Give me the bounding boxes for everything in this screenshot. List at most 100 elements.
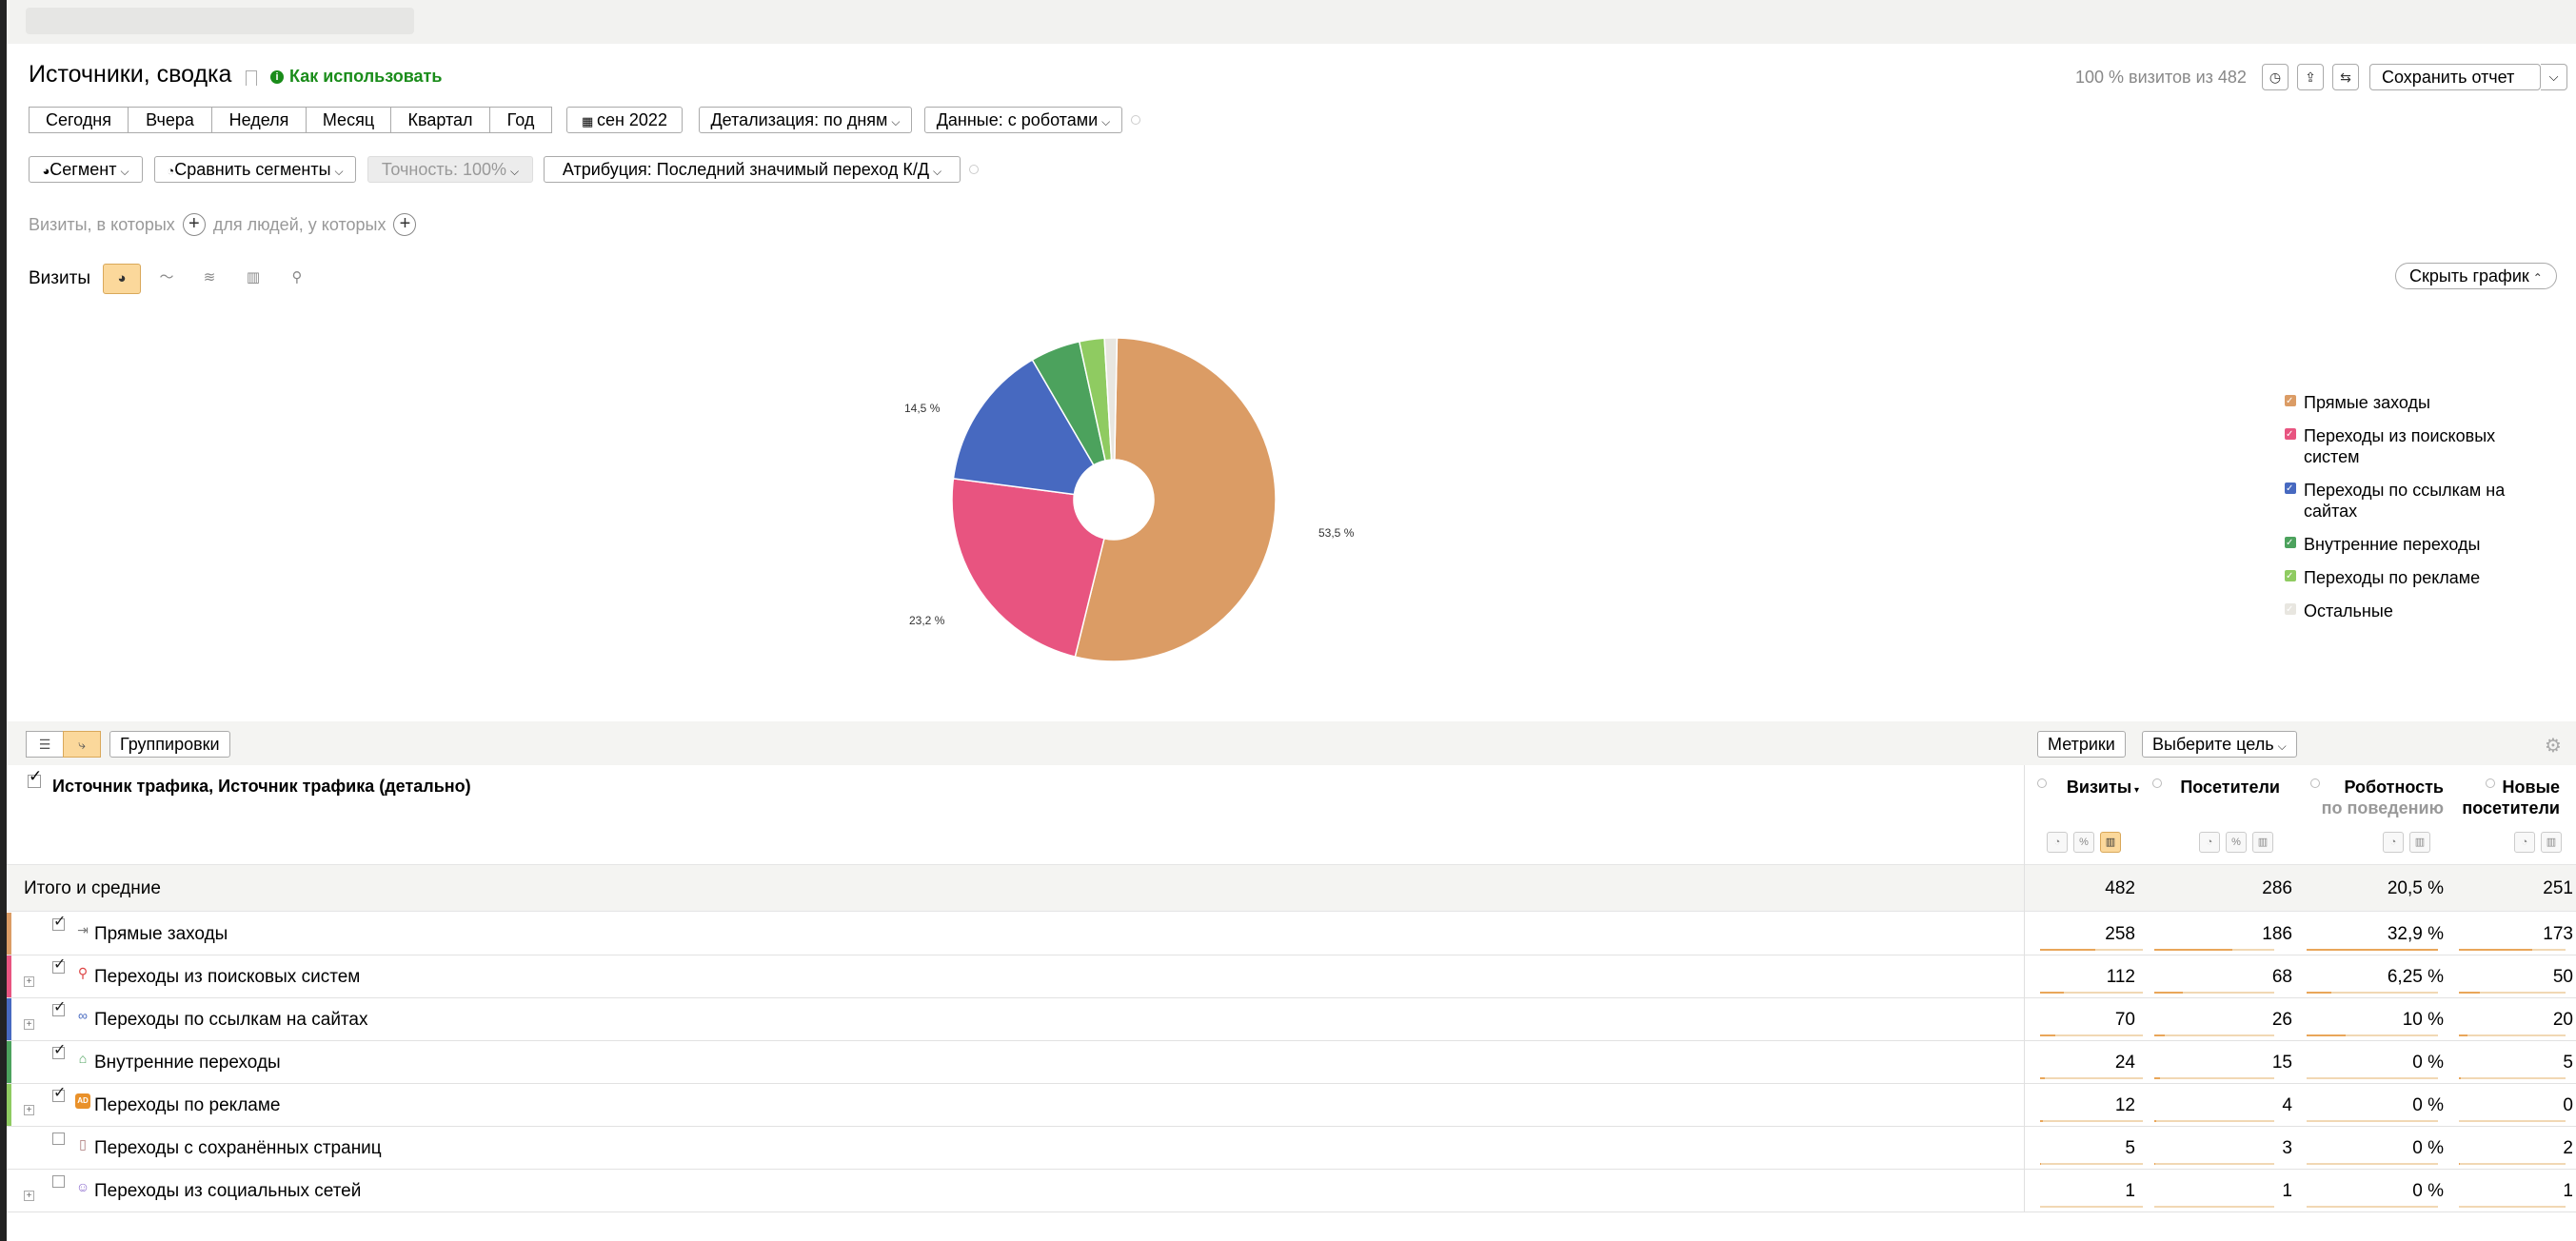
history-icon[interactable]: ◷ xyxy=(2262,64,2289,90)
area-chart-icon[interactable]: ≋ xyxy=(190,264,228,294)
legend-item[interactable]: Переходы по рекламе xyxy=(2285,566,2532,588)
legend-item[interactable]: Остальные xyxy=(2285,600,2532,621)
select-all-checkbox[interactable]: ✓ xyxy=(28,767,42,788)
col-robotness-header[interactable]: Роботность по поведению xyxy=(2303,777,2444,818)
period-quarter[interactable]: Квартал xyxy=(390,107,490,133)
legend-checkbox[interactable] xyxy=(2285,533,2296,554)
expand-icon[interactable]: + xyxy=(24,1019,34,1030)
period-week[interactable]: Неделя xyxy=(211,107,307,133)
hide-graph-button[interactable]: Скрыть график ⌃ xyxy=(2395,263,2557,289)
ad-icon: AD xyxy=(75,1093,90,1109)
detail-dropdown[interactable]: Детализация: по дням ⌵ xyxy=(699,107,912,133)
expand-icon[interactable]: + xyxy=(24,1105,34,1115)
accuracy-dropdown[interactable]: Точность: 100% ⌵ xyxy=(367,156,533,183)
table-row[interactable]: + ⚲ Переходы из поисковых систем 112 68 6,25 … xyxy=(7,955,2576,998)
save-report-button[interactable]: Сохранить отчет xyxy=(2369,64,2541,90)
table-row[interactable]: + ADПереходы по рекламе 12 4 0 % 0 xyxy=(7,1083,2576,1127)
cell-visitors: 3 xyxy=(2282,1138,2292,1158)
legend-checkbox[interactable] xyxy=(2285,600,2296,620)
bar-view-icon[interactable]: ▥ xyxy=(2252,832,2273,853)
cell-robotness: 10 % xyxy=(2402,1010,2444,1030)
cell-new-visitors: 5 xyxy=(2563,1053,2573,1073)
pie-slice[interactable] xyxy=(951,477,1105,658)
add-visit-condition-button[interactable]: + xyxy=(182,213,206,236)
cell-share-bar xyxy=(2154,1034,2274,1036)
list-view-icon[interactable]: ☰ xyxy=(26,731,64,758)
table-row[interactable]: ▯ Переходы с сохранённых страниц 5 3 0 % 2 xyxy=(7,1127,2576,1170)
choose-goal-label: Выберите цель xyxy=(2152,735,2274,754)
pie-view-icon[interactable]: ◔ xyxy=(2199,832,2220,853)
data-label: Данные: с роботами xyxy=(936,110,1099,129)
pie-chart-icon[interactable]: ◕ xyxy=(103,264,141,294)
row-checkbox[interactable] xyxy=(52,1175,65,1188)
row-checkbox[interactable] xyxy=(52,1040,66,1059)
data-dropdown[interactable]: Данные: с роботами ⌵ xyxy=(924,107,1122,133)
export-icon[interactable]: ⇪ xyxy=(2297,64,2324,90)
percent-view-icon[interactable]: % xyxy=(2226,832,2247,853)
bar-view-icon[interactable]: ▥ xyxy=(2100,832,2121,853)
period-year[interactable]: Год xyxy=(489,107,552,133)
groupings-button[interactable]: Группировки xyxy=(109,731,230,758)
col-visits-header[interactable]: Визиты ▾ xyxy=(2053,777,2139,801)
legend-item[interactable]: Прямые заходы xyxy=(2285,391,2532,413)
cell-visitors: 1 xyxy=(2282,1181,2292,1201)
share-icon[interactable]: ⇆ xyxy=(2332,64,2359,90)
metrics-button[interactable]: Метрики xyxy=(2037,731,2126,758)
save-report-dropdown[interactable]: ⌵ xyxy=(2541,64,2567,90)
help-icon[interactable] xyxy=(1131,115,1140,125)
table-row[interactable]: + ☺ Переходы из социальных сетей 1 1 0 % 1 xyxy=(7,1170,2576,1212)
col-visits-view-toggles: ◔% ▥ xyxy=(2047,832,2121,853)
table-row[interactable]: ⇥ Прямые заходы 258 186 32,9 % 173 xyxy=(7,912,2576,955)
expand-icon[interactable]: + xyxy=(24,976,34,987)
row-color-marker xyxy=(7,913,11,955)
legend-checkbox[interactable] xyxy=(2285,566,2296,587)
expand-icon[interactable]: + xyxy=(24,1191,34,1201)
bar-view-icon[interactable]: ▥ xyxy=(2409,832,2430,853)
legend-checkbox[interactable] xyxy=(2285,479,2296,500)
legend-item[interactable]: Переходы по ссылкам на сайтах xyxy=(2285,479,2532,522)
pie-slice-label: 53,5 % xyxy=(1318,526,1355,540)
bookmark-icon[interactable] xyxy=(246,70,257,86)
row-checkbox[interactable] xyxy=(52,997,66,1016)
bar-chart-icon[interactable]: ▥ xyxy=(234,264,272,294)
line-chart-icon[interactable]: 〜 xyxy=(148,264,186,294)
map-pin-icon[interactable]: ⚲ xyxy=(278,264,316,294)
gear-icon[interactable]: ⚙ xyxy=(2545,734,2562,758)
pie-slice-label: 14,5 % xyxy=(904,402,941,415)
col-new-visitors-header[interactable]: Новые посетители xyxy=(2453,777,2560,818)
link-icon: ∞ xyxy=(78,1008,88,1023)
legend-checkbox[interactable] xyxy=(2285,424,2296,445)
row-checkbox[interactable] xyxy=(52,912,66,931)
segment-dropdown[interactable]: ◕Сегмент ⌵ xyxy=(29,156,143,183)
row-checkbox[interactable] xyxy=(52,1133,65,1145)
legend-item[interactable]: Внутренние переходы xyxy=(2285,533,2532,555)
table-row[interactable]: ⌂ Внутренние переходы 24 15 0 % 5 xyxy=(7,1040,2576,1084)
period-yesterday[interactable]: Вчера xyxy=(128,107,212,133)
help-icon[interactable] xyxy=(2152,778,2162,788)
how-to-use-link[interactable]: i Как использовать xyxy=(270,67,442,87)
tree-view-icon[interactable]: ⤷ xyxy=(63,731,101,758)
add-people-condition-button[interactable]: + xyxy=(393,213,417,236)
date-picker-button[interactable]: ▦ сен 2022 xyxy=(566,107,683,133)
help-icon[interactable] xyxy=(969,165,979,174)
row-checkbox[interactable] xyxy=(52,1083,66,1102)
chevron-down-icon: ⌵ xyxy=(120,165,129,178)
pie-view-icon[interactable]: ◔ xyxy=(2047,832,2068,853)
period-today[interactable]: Сегодня xyxy=(29,107,129,133)
legend-item[interactable]: Переходы из поисковых систем xyxy=(2285,424,2532,467)
bar-view-icon[interactable]: ▥ xyxy=(2541,832,2562,853)
help-icon[interactable] xyxy=(2037,778,2047,788)
legend-checkbox[interactable] xyxy=(2285,391,2296,412)
percent-view-icon[interactable]: % xyxy=(2073,832,2094,853)
period-month[interactable]: Месяц xyxy=(306,107,391,133)
pie-view-icon[interactable]: ◔ xyxy=(2514,832,2535,853)
table-row[interactable]: + ∞ Переходы по ссылкам на сайтах 70 26 10 % 2… xyxy=(7,997,2576,1041)
compare-segments-dropdown[interactable]: ◔Сравнить сегменты ⌵ xyxy=(154,156,356,183)
search-icon: ⚲ xyxy=(77,965,89,980)
cell-robotness: 0 % xyxy=(2412,1095,2444,1115)
col-visitors-header[interactable]: Посетители xyxy=(2168,777,2280,798)
row-checkbox[interactable] xyxy=(52,955,66,974)
choose-goal-dropdown[interactable]: Выберите цель ⌵ xyxy=(2142,731,2297,758)
pie-view-icon[interactable]: ◔ xyxy=(2383,832,2404,853)
attribution-dropdown[interactable]: Атрибуция: Последний значимый переход К/… xyxy=(544,156,961,183)
